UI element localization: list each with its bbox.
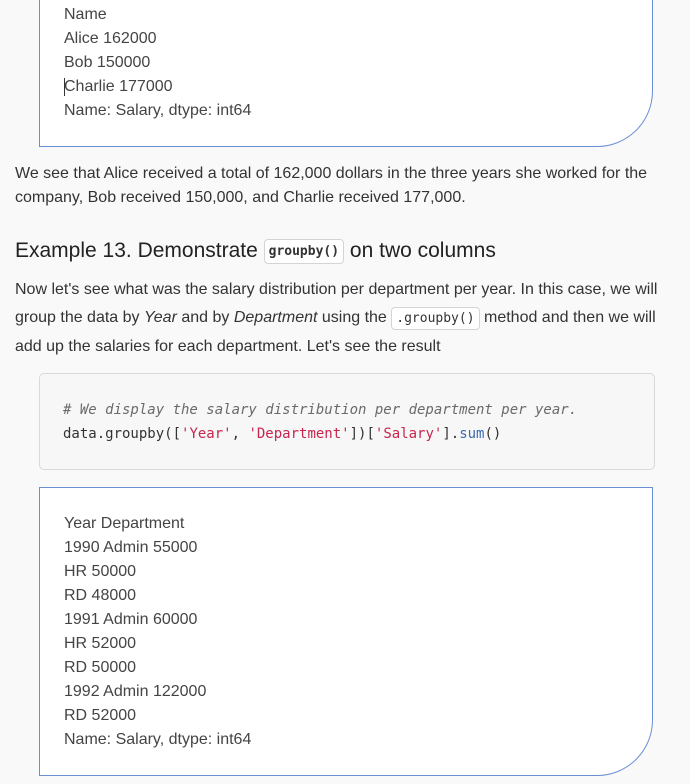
output-line: 1990 Admin 55000 <box>64 539 198 556</box>
emphasis-department: Department <box>233 309 318 326</box>
output-line: Bob 150000 <box>64 54 151 71</box>
example-heading: Example 13. Demonstrate groupby() on two… <box>15 235 496 268</box>
explanation-paragraph: Now let's see what was the salary distri… <box>15 276 681 361</box>
code-token: ]. <box>442 426 460 442</box>
output-line: RD 52000 <box>64 707 137 724</box>
output-line: Name: Salary, dtype: int64 <box>64 102 252 119</box>
heading-suffix: on two columns <box>344 239 496 262</box>
summary-paragraph: We see that Alice received a total of 16… <box>15 165 648 206</box>
output-line: HR 52000 <box>64 635 137 652</box>
heading-inline-code: groupby() <box>263 239 345 264</box>
code-string: 'Year' <box>181 426 232 442</box>
heading-prefix: Example 13. Demonstrate <box>15 239 264 262</box>
code-string: 'Department' <box>248 426 350 442</box>
code-token: data.groupby([ <box>63 426 182 442</box>
output-block-2: Year Department 1990 Admin 55000 HR 5000… <box>39 487 653 776</box>
output-line: Alice 162000 <box>64 30 157 47</box>
explanation-text: and by <box>176 309 234 326</box>
code-token: ])[ <box>349 426 375 442</box>
output-line: RD 50000 <box>64 659 137 676</box>
code-line-comment: # We display the salary distribution per… <box>63 398 577 422</box>
explanation-text: using the <box>317 309 392 326</box>
inline-code-groupby: .groupby() <box>391 307 480 330</box>
code-block[interactable]: # We display the salary distribution per… <box>39 373 655 470</box>
output-line: 1992 Admin 122000 <box>64 683 207 700</box>
text-cursor <box>64 78 65 96</box>
output-block-1: Name Alice 162000 Bob 150000 Charlie 177… <box>39 0 653 147</box>
code-token: () <box>484 426 502 442</box>
output-line: Charlie 177000 <box>64 78 173 95</box>
emphasis-year: Year <box>143 309 177 326</box>
output-line: HR 50000 <box>64 563 137 580</box>
output-line: Name <box>64 6 107 23</box>
output-line: 1991 Admin 60000 <box>64 611 198 628</box>
code-comment: # We display the salary distribution per… <box>63 402 578 418</box>
code-function: sum <box>459 426 485 442</box>
code-token: , <box>231 426 249 442</box>
code-line-groupby: data.groupby(['Year', 'Department'])['Sa… <box>63 422 501 446</box>
output-line: Year Department <box>64 515 185 532</box>
output-line: RD 48000 <box>64 587 137 604</box>
output-line: Name: Salary, dtype: int64 <box>64 731 252 748</box>
code-string: 'Salary' <box>374 426 443 442</box>
